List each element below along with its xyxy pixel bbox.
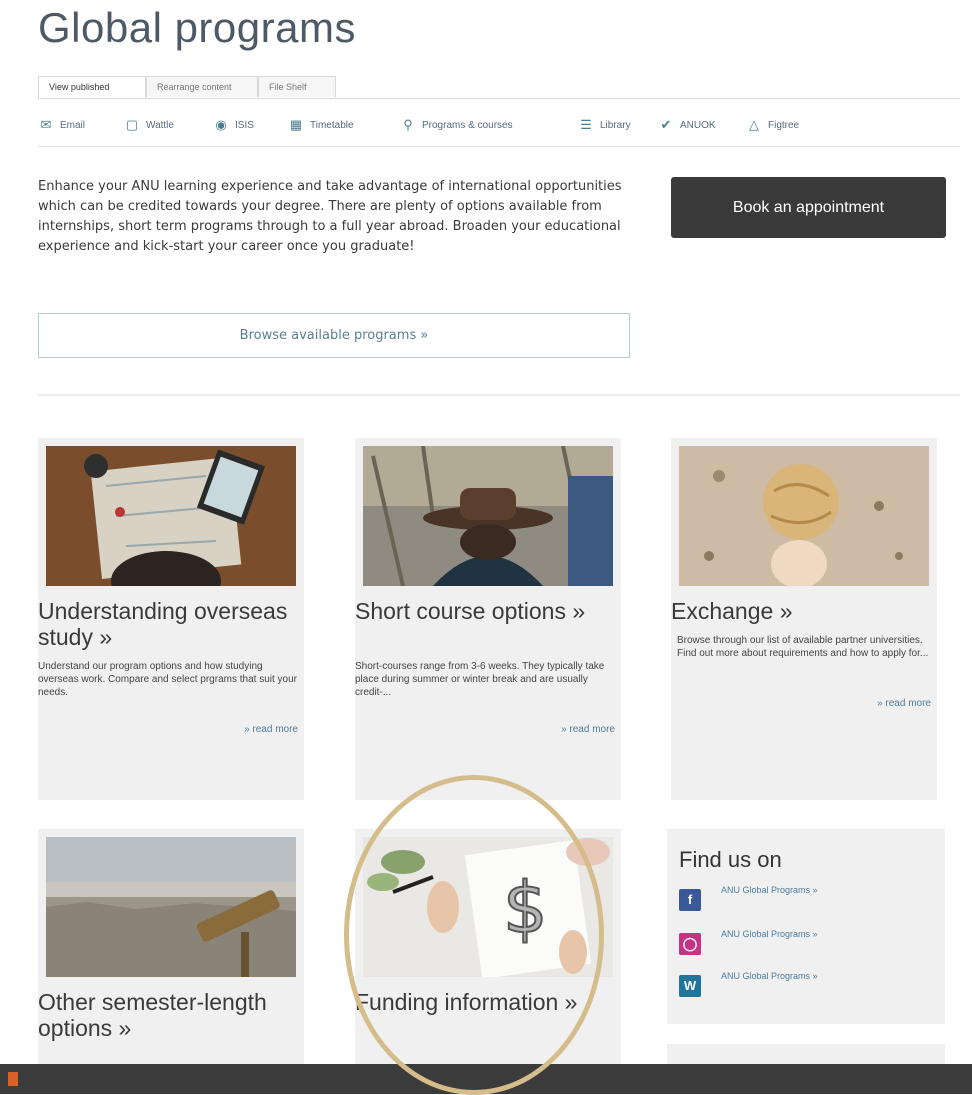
shortcut-wattle[interactable]: ▢ Wattle [124,118,174,132]
isis-icon: ◉ [215,117,227,132]
page: Global programs View published Rearrange… [0,0,972,1095]
shortcut-bar: ✉ Email ▢ Wattle ◉ ISIS ▦ Timetable ⚲ Pr… [38,110,960,147]
wattle-icon: ▢ [125,117,139,132]
tab-file-shelf[interactable]: File Shelf [258,76,336,97]
shortcut-label: ANUOK [680,119,716,131]
shortcut-programs-courses[interactable]: ⚲ Programs & courses [400,117,513,132]
email-icon: ✉ [40,117,52,132]
shortcut-label: Figtree [768,119,800,131]
find-us-heading: Find us on [679,847,782,872]
shortcut-label: Timetable [310,119,354,131]
card-image-telescope-city [46,837,296,977]
social-link-label: ANU Global Programs » [721,885,818,895]
timetable-icon: ▦ [289,117,303,132]
tab-rearrange-content[interactable]: Rearrange content [146,76,258,97]
programs-courses-icon: ⚲ [403,117,413,132]
shortcut-label: Wattle [146,119,174,131]
shortcut-timetable[interactable]: ▦ Timetable [288,118,354,132]
read-more-link[interactable]: » read more [877,698,931,709]
highlight-circle [344,775,604,1095]
read-more-link[interactable]: » read more [244,724,298,735]
find-us-on-box: Find us on f ANU Global Programs » ◯ ANU… [667,829,945,1024]
shortcut-isis[interactable]: ◉ ISIS [213,118,254,132]
library-icon: ☰ [580,117,592,132]
shortcut-anuok[interactable]: ✔ ANUOK [658,118,716,132]
card-short-course-options[interactable]: Short course options » Short-courses ran… [355,438,621,800]
secondary-box [667,1044,945,1064]
tab-view-published[interactable]: View published [38,76,146,98]
card-image-globe-child [679,446,929,586]
card-heading[interactable]: Other semester-length options » [38,989,304,1041]
shortcut-label: ISIS [235,119,254,131]
intro-text: Enhance your ANU learning experience and… [38,179,622,254]
wordpress-icon: W [679,975,701,997]
card-image-traveller-hat [363,446,613,586]
card-heading[interactable]: Understanding overseas study » [38,598,304,650]
card-description: Browse through our list of available par… [677,635,929,659]
shortcut-label: Programs & courses [422,119,513,131]
book-appointment-button[interactable]: Book an appointment [671,177,946,238]
card-exchange[interactable]: Exchange » Browse through our list of av… [671,438,937,800]
card-heading[interactable]: Exchange » [671,598,937,624]
figtree-icon: △ [749,117,759,132]
card-other-semester-length-options[interactable]: Other semester-length options » [38,829,304,1064]
read-more-link[interactable]: » read more [561,724,615,735]
card-heading[interactable]: Short course options » [355,598,621,624]
browse-programs-button[interactable]: Browse available programs » [38,313,630,358]
shortcut-label: Email [60,119,86,131]
card-image-map-tablet [46,446,296,586]
shortcut-library[interactable]: ☰ Library [578,117,631,132]
social-link-label: ANU Global Programs » [721,929,818,939]
shortcut-email[interactable]: ✉ Email [38,118,85,132]
section-divider [38,394,960,396]
card-description: Understand our program options and how s… [38,661,297,698]
shortcut-label: Library [600,119,631,131]
app-icon[interactable] [8,1072,18,1086]
tab-bar: View published Rearrange content File Sh… [38,76,960,99]
anuok-icon: ✔ [660,117,672,132]
social-link-label: ANU Global Programs » [721,971,818,981]
page-title: Global programs [38,4,356,51]
card-understanding-overseas-study[interactable]: Understanding overseas study » Understan… [38,438,304,800]
shortcut-figtree[interactable]: △ Figtree [746,118,799,132]
instagram-icon: ◯ [679,933,701,955]
card-description: Short-courses range from 3-6 weeks. They… [355,661,605,698]
facebook-icon: f [679,889,701,911]
